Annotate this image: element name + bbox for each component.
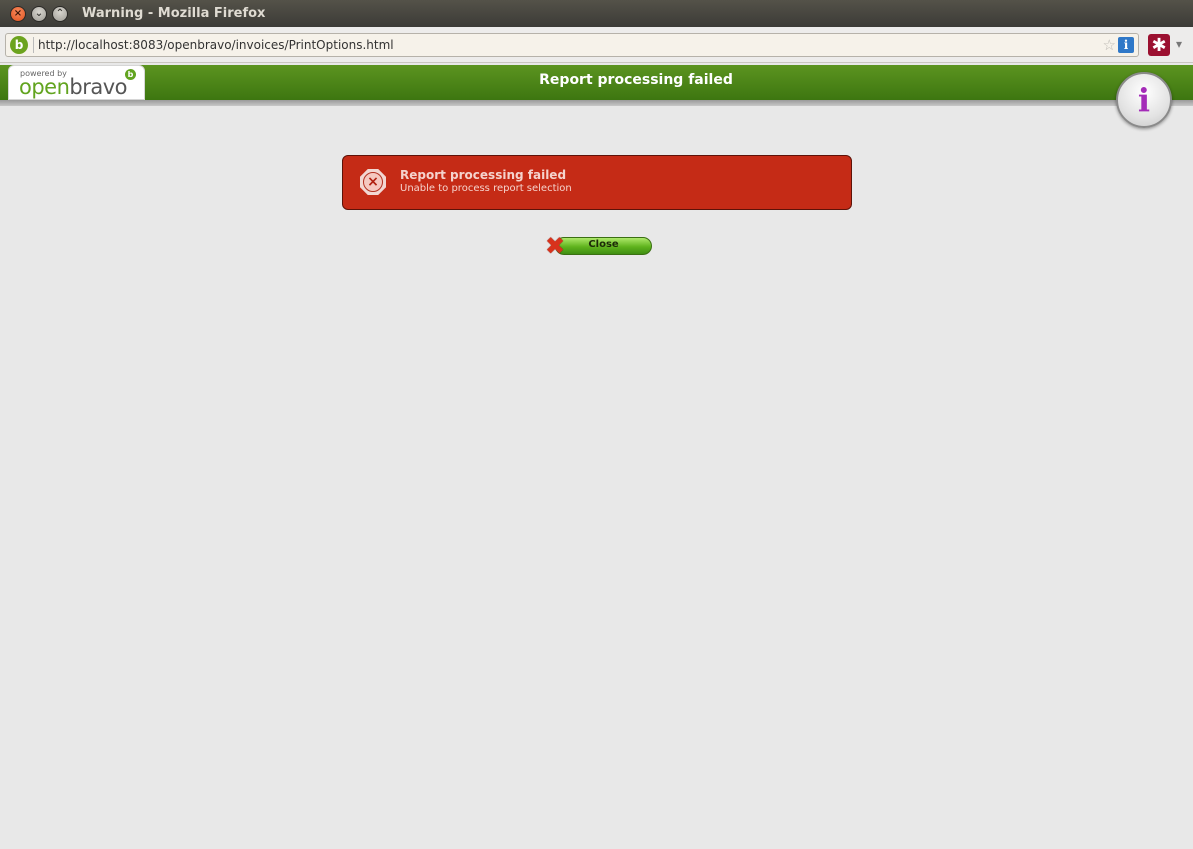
header-underline: [0, 100, 1193, 106]
logo-brand-suffix: bravo: [69, 75, 128, 99]
window-titlebar: × ⌄ ⌃ Warning - Mozilla Firefox: [0, 0, 1193, 27]
error-message: Unable to process report selection: [400, 183, 572, 194]
error-title: Report processing failed: [400, 168, 567, 182]
error-message-box: × Report processing failed Unable to pro…: [342, 155, 852, 210]
url-input[interactable]: http://localhost:8083/openbravo/invoices…: [38, 38, 1103, 52]
logo-wordmark: openbravo: [19, 75, 128, 99]
window-close-icon[interactable]: ×: [10, 5, 26, 22]
close-button-label[interactable]: Close: [555, 239, 652, 250]
browser-navbar: b http://localhost:8083/openbravo/invoic…: [0, 27, 1193, 63]
error-x-icon: ×: [363, 172, 383, 192]
error-icon: ×: [360, 169, 386, 195]
bookmark-star-icon[interactable]: ☆: [1103, 36, 1116, 54]
addon-icon[interactable]: ✱: [1148, 34, 1170, 56]
logo-brand-prefix: open: [19, 75, 70, 99]
url-separator: [33, 37, 34, 53]
openbravo-logo: powered by openbravo b: [8, 65, 145, 100]
window-title: Warning - Mozilla Firefox: [82, 6, 266, 21]
info-icon[interactable]: i: [1116, 72, 1172, 128]
close-x-icon[interactable]: ✖: [543, 234, 567, 258]
close-button[interactable]: Close ✖: [543, 234, 653, 258]
window-maximize-icon[interactable]: ⌃: [52, 5, 68, 22]
site-favicon-icon[interactable]: b: [10, 36, 28, 54]
page-title: Report processing failed: [539, 72, 733, 88]
window-minimize-icon[interactable]: ⌄: [31, 5, 47, 22]
addon-dropdown-icon[interactable]: ▾: [1176, 37, 1182, 51]
logo-mark-icon: b: [125, 69, 136, 80]
page-info-icon[interactable]: i: [1118, 37, 1134, 53]
url-bar[interactable]: b http://localhost:8083/openbravo/invoic…: [5, 33, 1139, 57]
